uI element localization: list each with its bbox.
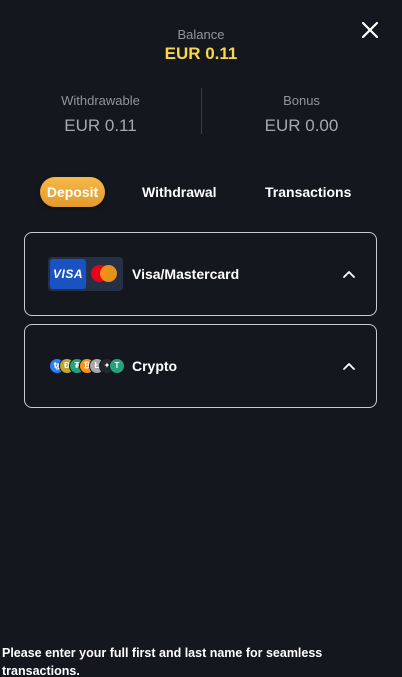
- mastercard-logo: [90, 265, 118, 283]
- withdrawable-label: Withdrawable: [61, 93, 140, 108]
- payment-method-crypto[interactable]: ꜩ Ð ₮ ₿ Ł ✦ T Crypto: [24, 324, 377, 408]
- tab-deposit[interactable]: Deposit: [40, 177, 105, 207]
- withdrawable-stat: Withdrawable EUR 0.11: [0, 88, 201, 136]
- payment-method-visa-mastercard[interactable]: VISA Visa/Mastercard: [24, 232, 377, 316]
- tab-withdrawal[interactable]: Withdrawal: [142, 177, 217, 207]
- chevron-up-icon[interactable]: [342, 267, 356, 281]
- visa-logo: VISA: [50, 259, 86, 289]
- usdt-coin-icon: T: [109, 358, 125, 374]
- payment-method-label: Visa/Mastercard: [132, 266, 240, 282]
- bonus-label: Bonus: [283, 93, 320, 108]
- balance-breakdown: Withdrawable EUR 0.11 Bonus EUR 0.00: [0, 88, 402, 136]
- crypto-coins-logo: ꜩ Ð ₮ ₿ Ł ✦ T: [49, 358, 125, 374]
- bonus-stat: Bonus EUR 0.00: [201, 88, 402, 136]
- bonus-value: EUR 0.00: [264, 116, 339, 135]
- withdrawable-value: EUR 0.11: [64, 116, 137, 135]
- payment-method-label: Crypto: [132, 358, 178, 374]
- tab-transactions[interactable]: Transactions: [265, 177, 351, 207]
- balance-label: Balance: [177, 27, 225, 42]
- wallet-tabs: Deposit Withdrawal Transactions: [0, 177, 402, 207]
- wallet-panel: Balance EUR 0.11 Withdrawable EUR 0.11 B…: [0, 0, 402, 677]
- visa-mastercard-logo: VISA: [48, 257, 123, 291]
- name-notice: Please enter your full first and last na…: [2, 646, 323, 677]
- chevron-up-icon[interactable]: [342, 359, 356, 373]
- balance-value: EUR 0.11: [164, 44, 238, 63]
